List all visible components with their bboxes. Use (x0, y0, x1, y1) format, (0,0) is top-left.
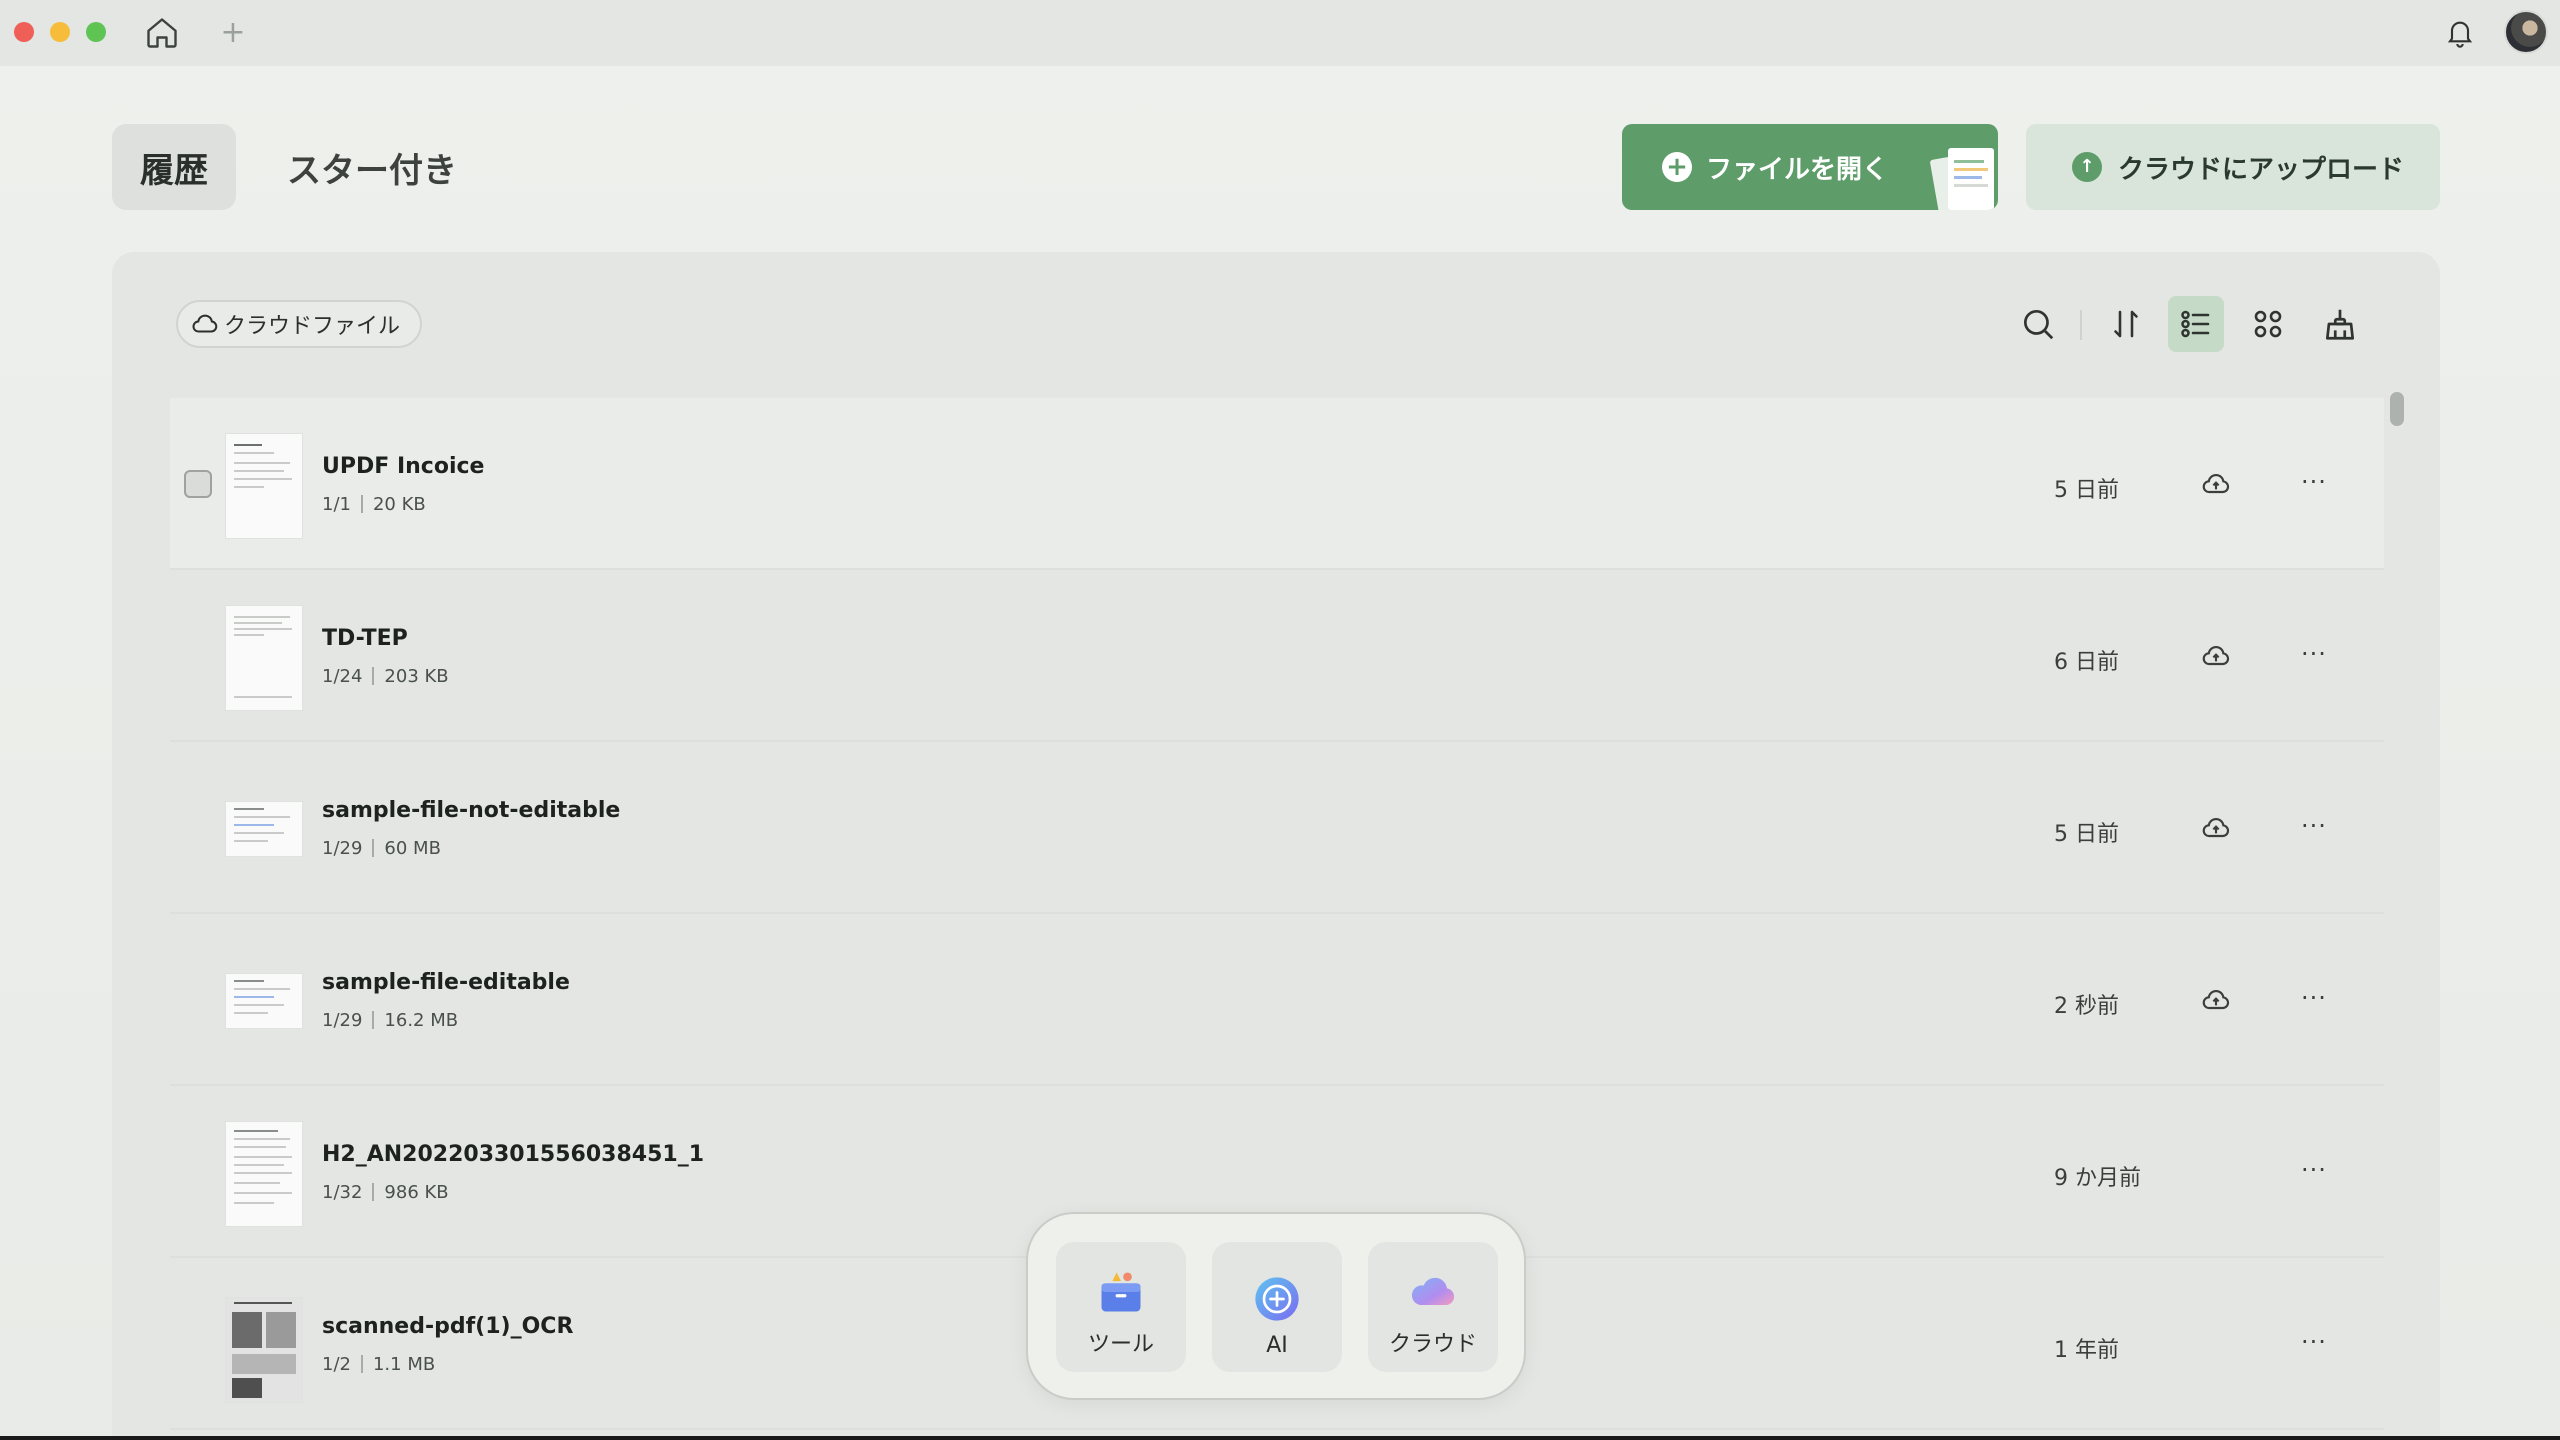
dock-cloud-label: クラウド (1388, 1332, 1477, 1357)
bell-icon (2447, 21, 2473, 48)
cloud-upload-icon[interactable] (2200, 640, 2232, 672)
file-pages: 1/29 (322, 1010, 363, 1031)
file-size: 20 KB (372, 494, 426, 515)
cloud-upload-icon[interactable] (2200, 812, 2232, 844)
file-date: 1 年前 (2054, 1338, 2119, 1363)
file-date: 5 日前 (2054, 822, 2119, 847)
file-name: scanned-pdf(1)_OCR (322, 1314, 574, 1339)
search-button[interactable] (2010, 296, 2066, 352)
sort-icon (2114, 310, 2138, 338)
list-scrollbar[interactable] (2390, 392, 2404, 426)
dock-cloud-button[interactable]: クラウド (1368, 1242, 1498, 1372)
file-name: sample-file-editable (322, 970, 570, 995)
sort-button[interactable] (2098, 296, 2154, 352)
file-thumbnail (226, 974, 302, 1028)
file-thumbnail (226, 606, 302, 710)
grid-view-button[interactable] (2240, 296, 2296, 352)
tab-starred[interactable]: スター付き (272, 124, 472, 210)
file-date: 9 か月前 (2054, 1166, 2141, 1191)
cloud-files-label: クラウドファイル (224, 314, 401, 339)
file-pages: 1/1 (322, 494, 351, 515)
tab-history[interactable]: 履歴 (112, 124, 236, 210)
title-bar: + (0, 0, 2560, 66)
more-options-button[interactable]: ··· (2294, 1322, 2334, 1362)
more-options-button[interactable]: ··· (2294, 1150, 2334, 1190)
cloud-icon (192, 314, 218, 333)
file-thumbnail (226, 434, 302, 538)
cloud-upload-icon[interactable] (2200, 468, 2232, 500)
user-avatar[interactable] (2504, 10, 2548, 54)
file-thumbnail (226, 1122, 302, 1226)
open-file-button[interactable]: + ファイルを開く (1622, 124, 1998, 210)
file-name: UPDF Incoice (322, 454, 485, 479)
file-name: TD-TEP (322, 626, 408, 651)
window-bottom-edge (0, 1436, 2560, 1440)
file-size: 986 KB (384, 1182, 449, 1203)
more-options-button[interactable]: ··· (2294, 634, 2334, 674)
grid-view-icon (2254, 310, 2282, 338)
upload-label: クラウドにアップロード (2118, 154, 2405, 185)
file-name: H2_AN202203301556038451_1 (322, 1142, 705, 1167)
file-meta: 1/2 1.1 MB (322, 1354, 435, 1375)
quick-dock: ツール AI クラウド (1026, 1212, 1526, 1400)
file-size: 1.1 MB (372, 1354, 436, 1375)
file-pages: 1/29 (322, 838, 363, 859)
cloud-upload-icon[interactable] (2200, 984, 2232, 1016)
zoom-window-button[interactable] (86, 22, 106, 42)
documents-illustration-icon (1930, 148, 1994, 210)
notifications-button[interactable] (2440, 12, 2480, 52)
file-date: 2 秒前 (2054, 994, 2119, 1019)
clear-history-button[interactable] (2312, 296, 2368, 352)
broom-icon (2325, 309, 2355, 340)
dock-tools-label: ツール (1087, 1332, 1154, 1357)
app-window: + 履歴 スター付き + ファイルを開く ↑ クラウドにアップロード クラウドフ… (0, 0, 2560, 1436)
dock-ai-label: AI (1266, 1333, 1288, 1358)
file-meta: 1/24 203 KB (322, 666, 449, 687)
row-checkbox[interactable] (184, 470, 212, 498)
dock-ai-button[interactable]: AI (1212, 1242, 1342, 1372)
file-row[interactable]: UPDF Incoice 1/1 20 KB 5 日前 ··· (170, 398, 2384, 570)
cloud-files-filter[interactable]: クラウドファイル (176, 300, 423, 348)
toolbar-divider (2080, 310, 2082, 340)
file-pages: 1/32 (322, 1182, 363, 1203)
file-thumbnail (226, 1298, 302, 1402)
file-size: 203 KB (384, 666, 449, 687)
upload-arrow-icon: ↑ (2072, 152, 2102, 182)
more-options-button[interactable]: ··· (2294, 806, 2334, 846)
file-pages: 1/24 (322, 666, 363, 687)
file-name: sample-file-not-editable (322, 798, 621, 823)
file-thumbnail (226, 802, 302, 856)
minimize-window-button[interactable] (50, 22, 70, 42)
cloud-icon (1407, 1266, 1459, 1318)
plus-circle-icon: + (1662, 152, 1692, 182)
search-icon (2023, 309, 2054, 340)
ai-icon (1251, 1273, 1303, 1325)
home-tab[interactable] (140, 14, 184, 52)
home-icon (147, 18, 177, 48)
file-size: 16.2 MB (384, 1010, 459, 1031)
file-date: 5 日前 (2054, 478, 2119, 503)
file-pages: 1/2 (322, 1354, 351, 1375)
file-size: 60 MB (384, 838, 441, 859)
upload-to-cloud-button[interactable]: ↑ クラウドにアップロード (2026, 124, 2440, 210)
toolbox-icon (1095, 1266, 1147, 1318)
file-row[interactable]: TD-TEP 1/24 203 KB 6 日前 ··· (170, 570, 2384, 742)
list-view-button[interactable] (2168, 296, 2224, 352)
file-date: 6 日前 (2054, 650, 2119, 675)
close-window-button[interactable] (14, 22, 34, 42)
file-meta: 1/32 986 KB (322, 1182, 449, 1203)
dock-tools-button[interactable]: ツール (1056, 1242, 1186, 1372)
file-row[interactable]: sample-file-editable 1/29 16.2 MB 2 秒前 ··… (170, 914, 2384, 1086)
list-view-icon (2181, 310, 2210, 338)
file-meta: 1/29 60 MB (322, 838, 441, 859)
file-meta: 1/29 16.2 MB (322, 1010, 458, 1031)
file-meta: 1/1 20 KB (322, 494, 426, 515)
file-row[interactable]: sample-file-not-editable 1/29 60 MB 5 日前 … (170, 742, 2384, 914)
open-file-label: ファイルを開く (1706, 154, 1889, 185)
more-options-button[interactable]: ··· (2294, 462, 2334, 502)
new-tab-button[interactable]: + (218, 14, 248, 50)
more-options-button[interactable]: ··· (2294, 978, 2334, 1018)
